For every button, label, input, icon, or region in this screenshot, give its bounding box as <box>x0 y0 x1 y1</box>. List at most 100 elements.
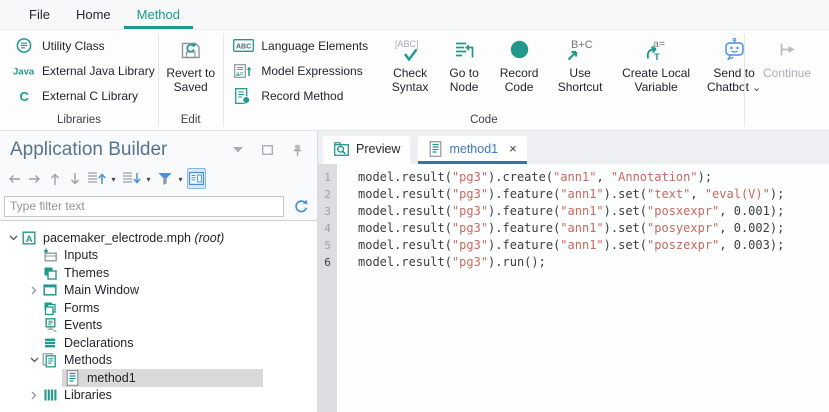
menu-tab-method[interactable]: Method <box>124 0 193 29</box>
refresh-button[interactable] <box>291 196 310 217</box>
utility-class-button[interactable]: Utility Class <box>6 33 161 58</box>
model-expressions-icon: a= <box>231 63 255 79</box>
comsol-window: FileHomeMethod Utility ClassJavaExternal… <box>0 0 829 412</box>
tree-expanded-icon[interactable] <box>6 235 20 241</box>
tree-item-main-window[interactable]: Main Window <box>0 282 317 300</box>
code-text: ).set( <box>604 221 647 235</box>
go-to-node-button[interactable]: Go to Node <box>438 33 490 94</box>
panel-float-icon <box>262 145 273 155</box>
navigate-forward-button[interactable] <box>25 168 44 189</box>
moveup-list-button[interactable] <box>85 168 107 189</box>
movedown-list-button[interactable] <box>120 168 142 189</box>
code-editor[interactable]: 123456 model.result("pg3").create("ann1"… <box>318 164 829 412</box>
code-text: model.result( <box>358 255 452 269</box>
record-method-button[interactable]: Record Method <box>225 83 374 108</box>
tree-item-events[interactable]: Events <box>0 317 317 335</box>
string-literal: "ann1" <box>560 204 603 218</box>
tree-expanded-icon[interactable] <box>27 357 41 363</box>
tree-item-libraries[interactable]: Libraries <box>0 387 317 405</box>
record-code-icon <box>506 34 533 67</box>
application-builder-panel: Application Builder ▾▾▾ Apacemaker_elect… <box>0 131 318 412</box>
external-c-library-button[interactable]: CExternal C Library <box>6 83 161 108</box>
svg-text:a=: a= <box>236 71 244 78</box>
move-down-icon <box>121 171 141 186</box>
show-all-toggle-button[interactable] <box>187 168 206 189</box>
code-line[interactable]: model.result("pg3").create("ann1", "Anno… <box>358 169 829 186</box>
use-shortcut-button[interactable]: B+CUse Shortcut <box>548 33 612 94</box>
string-literal: "eval(V)" <box>705 187 770 201</box>
tree-item-themes[interactable]: Themes <box>0 264 317 282</box>
ribbon-group-continue: Continue <box>745 30 829 130</box>
close-tab-icon[interactable]: × <box>509 142 517 155</box>
tree-item-label: Main Window <box>64 283 139 297</box>
panel-menu-button[interactable] <box>228 140 247 161</box>
tab-label: Preview <box>356 142 400 156</box>
content-area: Application Builder ▾▾▾ Apacemaker_elect… <box>0 131 829 412</box>
check-syntax-button[interactable]: [ABC]Check Syntax <box>382 33 438 94</box>
tree-collapsed-icon[interactable] <box>27 391 41 400</box>
menu-tab-file[interactable]: File <box>16 0 63 29</box>
code-text: , <box>690 187 704 201</box>
utility-class-icon <box>12 37 36 54</box>
dropdown-chevron-icon[interactable]: ▾ <box>108 173 119 184</box>
tree-item-label: Declarations <box>64 336 133 350</box>
tree-item-declarations[interactable]: Declarations <box>0 334 317 352</box>
code-line[interactable]: model.result("pg3").feature("ann1").set(… <box>358 203 829 220</box>
string-literal: "ann1" <box>553 170 596 184</box>
string-literal: "posyexpr" <box>647 221 719 235</box>
continue-button: Continue <box>747 33 827 81</box>
app-root-icon: A <box>20 230 37 246</box>
code-text: ).set( <box>604 238 647 252</box>
code-line[interactable]: model.result("pg3").feature("ann1").set(… <box>358 220 829 237</box>
editor-tab-preview[interactable]: Preview <box>323 136 410 164</box>
main-window-icon <box>41 282 58 298</box>
code-text: ).create( <box>488 170 553 184</box>
revert-to-saved-button[interactable]: Revert to Saved <box>161 33 221 94</box>
dropdown-chevron-icon[interactable]: ▾ <box>143 173 154 184</box>
panel-chevron-icon <box>233 147 243 153</box>
language-elements-button[interactable]: ABCLanguage Elements <box>225 33 374 58</box>
model-expressions-button[interactable]: a= Model Expressions <box>225 58 374 83</box>
method-doc-icon <box>64 370 81 386</box>
record-code-button[interactable]: Record Code <box>490 33 548 94</box>
button-label: External C Library <box>42 89 138 103</box>
button-label: Continue <box>752 67 822 81</box>
menu-tab-home[interactable]: Home <box>63 0 124 29</box>
line-number: 1 <box>318 169 337 186</box>
code-line[interactable]: model.result("pg3").run(); <box>358 254 829 271</box>
tree-item-forms[interactable]: Forms <box>0 299 317 317</box>
panel-pin-button[interactable] <box>288 140 307 161</box>
navigate-back-button[interactable] <box>5 168 24 189</box>
back-arrow-icon <box>6 172 23 186</box>
filter-button[interactable] <box>155 168 174 189</box>
button-label: Revert to Saved <box>166 67 216 94</box>
tree-item-pacemaker-electrode-mph[interactable]: Apacemaker_electrode.mph (root) <box>0 229 317 247</box>
code-text: ).set( <box>604 204 647 218</box>
code-line[interactable]: model.result("pg3").feature("ann1").set(… <box>358 186 829 203</box>
dropdown-chevron-icon[interactable]: ▾ <box>175 173 186 184</box>
move-up-node-button[interactable] <box>45 168 64 189</box>
code-text: model.result( <box>358 187 452 201</box>
tree-item-method1[interactable]: method1 <box>0 369 317 387</box>
code-line[interactable]: model.result("pg3").feature("ann1").set(… <box>358 237 829 254</box>
record-method-icon <box>231 88 255 104</box>
code-text: model.result( <box>358 170 452 184</box>
external-java-library-button[interactable]: JavaExternal Java Library <box>6 58 161 83</box>
libraries-icon <box>41 387 58 403</box>
language-elements-icon: ABC <box>231 38 255 53</box>
move-down-node-button[interactable] <box>65 168 84 189</box>
code-text: ).run(); <box>488 255 546 269</box>
tree-item-inputs[interactable]: Inputs <box>0 247 317 265</box>
button-label: Model Expressions <box>261 64 362 78</box>
tree-collapsed-icon[interactable] <box>27 286 41 295</box>
tree-item-label: Events <box>64 318 102 332</box>
themes-icon <box>41 265 58 281</box>
code-text: ); <box>770 187 784 201</box>
create-local-variable-button[interactable]: a=TCreate Local Variable <box>612 33 700 94</box>
filter-input[interactable] <box>4 196 284 217</box>
tree-item-methods[interactable]: Methods <box>0 352 317 370</box>
editor-tab-method1[interactable]: method1× <box>418 136 526 164</box>
panel-float-button[interactable] <box>258 140 277 161</box>
tree-item-label: Forms <box>64 301 99 315</box>
code-text: ).feature( <box>488 221 560 235</box>
